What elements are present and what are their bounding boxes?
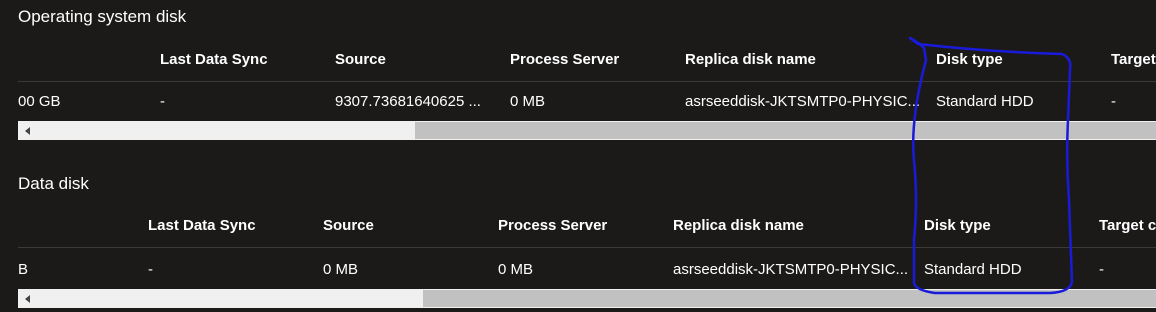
os-disk-header-row: Last Data Sync Source Process Server Rep… — [0, 40, 1156, 80]
column-header-process-server[interactable]: Process Server — [510, 40, 619, 80]
scroll-left-arrow-icon[interactable] — [18, 121, 37, 140]
cell-source: 0 MB — [323, 261, 359, 278]
column-header-target[interactable]: Target c — [1099, 206, 1156, 246]
cell-source: 9307.73681640625 ... — [335, 93, 481, 110]
cell-size: B — [18, 261, 29, 278]
scrollbar-thumb[interactable] — [415, 122, 1156, 139]
scroll-left-arrow-icon[interactable] — [18, 289, 37, 308]
os-disk-horizontal-scrollbar[interactable] — [18, 121, 1156, 140]
cell-replica-disk-name: asrseeddisk-JKTSMTP0-PHYSIC... — [685, 93, 921, 110]
column-header-target[interactable]: Target — [1111, 40, 1156, 80]
cell-replica-disk-name: asrseeddisk-JKTSMTP0-PHYSIC... — [673, 261, 909, 278]
cell-disk-type: Standard HDD — [936, 93, 1034, 110]
data-disk-header-row: Last Data Sync Source Process Server Rep… — [0, 206, 1156, 246]
cell-last-data-sync: - — [148, 261, 153, 278]
column-header-replica-disk-name[interactable]: Replica disk name — [685, 40, 816, 80]
column-header-source[interactable]: Source — [323, 206, 374, 246]
cell-size: 00 GB — [18, 93, 61, 110]
column-header-last-data-sync[interactable]: Last Data Sync — [160, 40, 268, 80]
cell-process-server: 0 MB — [498, 261, 534, 278]
data-disk-grid: Last Data Sync Source Process Server Rep… — [0, 206, 1156, 290]
cell-target: - — [1099, 261, 1104, 278]
cell-disk-type: Standard HDD — [924, 261, 1022, 278]
cell-target: - — [1111, 93, 1116, 110]
data-disk-horizontal-scrollbar[interactable] — [18, 289, 1156, 308]
scrollbar-thumb[interactable] — [423, 290, 1156, 307]
column-header-process-server[interactable]: Process Server — [498, 206, 607, 246]
header-divider — [18, 247, 1156, 248]
column-header-replica-disk-name[interactable]: Replica disk name — [673, 206, 804, 246]
os-disk-title: Operating system disk — [18, 7, 187, 26]
column-header-disk-type[interactable]: Disk type — [936, 40, 1003, 80]
column-header-source[interactable]: Source — [335, 40, 386, 80]
data-disk-title: Data disk — [18, 174, 89, 193]
cell-last-data-sync: - — [160, 93, 165, 110]
column-header-disk-type[interactable]: Disk type — [924, 206, 991, 246]
column-header-last-data-sync[interactable]: Last Data Sync — [148, 206, 256, 246]
table-row[interactable]: 00 GB - 9307.73681640625 ... 0 MB asrsee… — [0, 82, 1156, 122]
table-row[interactable]: B - 0 MB 0 MB asrseeddisk-JKTSMTP0-PHYSI… — [0, 250, 1156, 290]
cell-process-server: 0 MB — [510, 93, 546, 110]
